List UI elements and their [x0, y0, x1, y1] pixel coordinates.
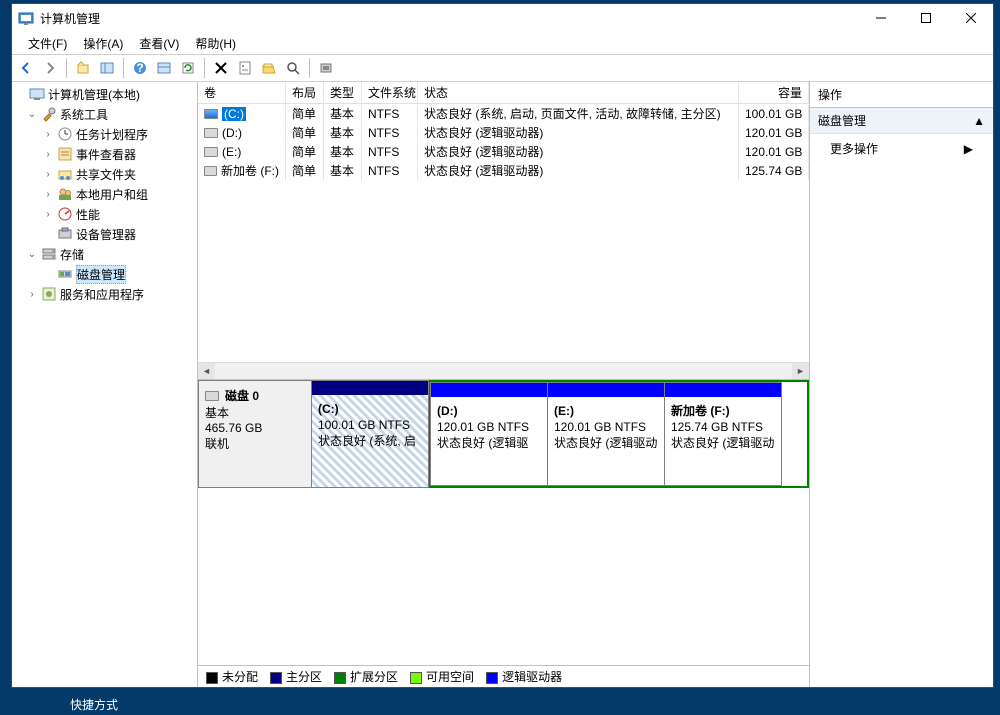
volume-table-header[interactable]: 卷 布局 类型 文件系统 状态 容量: [198, 82, 809, 104]
menu-action[interactable]: 操作(A): [77, 33, 129, 54]
tree-services-apps[interactable]: › 服务和应用程序: [12, 284, 197, 304]
col-type[interactable]: 类型: [324, 82, 362, 103]
services-icon: [41, 286, 57, 302]
tree-storage[interactable]: ⌄ 存储: [12, 244, 197, 264]
col-filesystem[interactable]: 文件系统: [362, 82, 418, 103]
body: 计算机管理(本地) ⌄ 系统工具 › 任务计划程序 › 事件查看器 › 共享文件…: [12, 82, 993, 687]
computer-icon: [29, 86, 45, 102]
actions-disk-management[interactable]: 磁盘管理 ▲: [810, 108, 993, 134]
menubar: 文件(F) 操作(A) 查看(V) 帮助(H): [12, 32, 993, 54]
actions-pane: 操作 磁盘管理 ▲ 更多操作 ▶: [810, 82, 993, 687]
storage-icon: [41, 246, 57, 262]
chevron-down-icon[interactable]: ⌄: [26, 249, 38, 260]
titlebar[interactable]: 计算机管理: [12, 4, 993, 32]
partition[interactable]: (D:)120.01 GB NTFS状态良好 (逻辑驱: [430, 382, 548, 486]
chevron-right-icon[interactable]: ›: [42, 149, 54, 160]
volume-icon: [204, 166, 217, 176]
tree-device-manager[interactable]: 设备管理器: [12, 224, 197, 244]
refresh-button[interactable]: [178, 58, 198, 78]
open-icon[interactable]: [259, 58, 279, 78]
center-pane: 卷 布局 类型 文件系统 状态 容量 (C:)简单基本NTFS状态良好 (系统,…: [198, 82, 810, 687]
volume-icon: [204, 109, 218, 119]
tools-icon: [41, 106, 57, 122]
chevron-right-icon: ▶: [964, 142, 973, 156]
tree-root[interactable]: 计算机管理(本地): [12, 84, 197, 104]
show-hide-tree-button[interactable]: [97, 58, 117, 78]
chevron-down-icon[interactable]: ⌄: [26, 109, 38, 120]
scroll-left-icon[interactable]: ◄: [198, 363, 215, 380]
volume-icon: [204, 128, 218, 138]
tree-task-scheduler[interactable]: › 任务计划程序: [12, 124, 197, 144]
taskbar-hint: 快捷方式: [70, 696, 118, 713]
svg-text:?: ?: [136, 61, 143, 75]
partition[interactable]: (C:)100.01 GB NTFS状态良好 (系统, 启: [311, 380, 429, 488]
disk-mgmt-icon: [57, 266, 73, 282]
delete-icon[interactable]: [211, 58, 231, 78]
legend: 未分配 主分区 扩展分区 可用空间 逻辑驱动器: [198, 665, 809, 687]
window-title: 计算机管理: [40, 10, 858, 27]
chevron-right-icon[interactable]: ›: [42, 189, 54, 200]
actions-header: 操作: [810, 82, 993, 108]
menu-help[interactable]: 帮助(H): [189, 33, 242, 54]
chevron-right-icon[interactable]: ›: [42, 169, 54, 180]
tree-disk-management[interactable]: 磁盘管理: [12, 264, 197, 284]
maximize-button[interactable]: [903, 4, 948, 32]
legend-primary: 主分区: [270, 668, 322, 685]
tree-performance[interactable]: › 性能: [12, 204, 197, 224]
chevron-right-icon[interactable]: ›: [42, 129, 54, 140]
find-icon[interactable]: [283, 58, 303, 78]
col-capacity[interactable]: 容量: [739, 82, 809, 103]
tree-system-tools[interactable]: ⌄ 系统工具: [12, 104, 197, 124]
tree-shared-folders[interactable]: › 共享文件夹: [12, 164, 197, 184]
computer-management-window: 计算机管理 文件(F) 操作(A) 查看(V) 帮助(H) ?: [11, 3, 994, 688]
horizontal-scrollbar[interactable]: ◄ ►: [198, 362, 809, 379]
partition[interactable]: (E:)120.01 GB NTFS状态良好 (逻辑驱动: [547, 382, 665, 486]
help-button[interactable]: ?: [130, 58, 150, 78]
menu-file[interactable]: 文件(F): [22, 33, 73, 54]
chevron-right-icon[interactable]: ›: [42, 209, 54, 220]
col-status[interactable]: 状态: [418, 82, 739, 103]
up-button[interactable]: [73, 58, 93, 78]
tree-pane[interactable]: 计算机管理(本地) ⌄ 系统工具 › 任务计划程序 › 事件查看器 › 共享文件…: [12, 82, 198, 687]
chevron-right-icon[interactable]: ›: [26, 289, 38, 300]
performance-icon: [57, 206, 73, 222]
tree-local-users[interactable]: › 本地用户和组: [12, 184, 197, 204]
app-icon: [18, 10, 34, 26]
folder-share-icon: [57, 166, 73, 182]
volume-table: 卷 布局 类型 文件系统 状态 容量 (C:)简单基本NTFS状态良好 (系统,…: [198, 82, 809, 362]
back-button[interactable]: [16, 58, 36, 78]
disk-icon: [205, 391, 219, 401]
col-layout[interactable]: 布局: [286, 82, 324, 103]
minimize-button[interactable]: [858, 4, 903, 32]
scroll-right-icon[interactable]: ►: [792, 363, 809, 380]
legend-extended: 扩展分区: [334, 668, 398, 685]
partition[interactable]: 新加卷 (F:)125.74 GB NTFS状态良好 (逻辑驱动: [664, 382, 782, 486]
tree-event-viewer[interactable]: › 事件查看器: [12, 144, 197, 164]
device-icon: [57, 226, 73, 242]
disk-label[interactable]: 磁盘 0 基本 465.76 GB 联机: [198, 380, 312, 488]
disk-graphic-area: 磁盘 0 基本 465.76 GB 联机 (C:)100.01 GB NTFS状…: [198, 379, 809, 687]
event-icon: [57, 146, 73, 162]
volume-icon: [204, 147, 218, 157]
view-list-button[interactable]: [154, 58, 174, 78]
toolbar: ?: [12, 54, 993, 82]
legend-logical: 逻辑驱动器: [486, 668, 562, 685]
actions-more[interactable]: 更多操作 ▶: [810, 134, 993, 163]
disk-row[interactable]: 磁盘 0 基本 465.76 GB 联机 (C:)100.01 GB NTFS状…: [198, 380, 809, 488]
legend-unallocated: 未分配: [206, 668, 258, 685]
legend-free: 可用空间: [410, 668, 474, 685]
table-row[interactable]: (C:)简单基本NTFS状态良好 (系统, 启动, 页面文件, 活动, 故障转储…: [198, 104, 809, 123]
table-row[interactable]: (D:)简单基本NTFS状态良好 (逻辑驱动器)120.01 GB: [198, 123, 809, 142]
close-button[interactable]: [948, 4, 993, 32]
table-row[interactable]: (E:)简单基本NTFS状态良好 (逻辑驱动器)120.01 GB: [198, 142, 809, 161]
forward-button[interactable]: [40, 58, 60, 78]
properties-icon[interactable]: [235, 58, 255, 78]
users-icon: [57, 186, 73, 202]
clock-icon: [57, 126, 73, 142]
menu-view[interactable]: 查看(V): [133, 33, 185, 54]
settings-icon[interactable]: [316, 58, 336, 78]
table-row[interactable]: 新加卷 (F:)简单基本NTFS状态良好 (逻辑驱动器)125.74 GB: [198, 161, 809, 180]
col-volume[interactable]: 卷: [198, 82, 286, 103]
collapse-up-icon[interactable]: ▲: [973, 114, 985, 128]
